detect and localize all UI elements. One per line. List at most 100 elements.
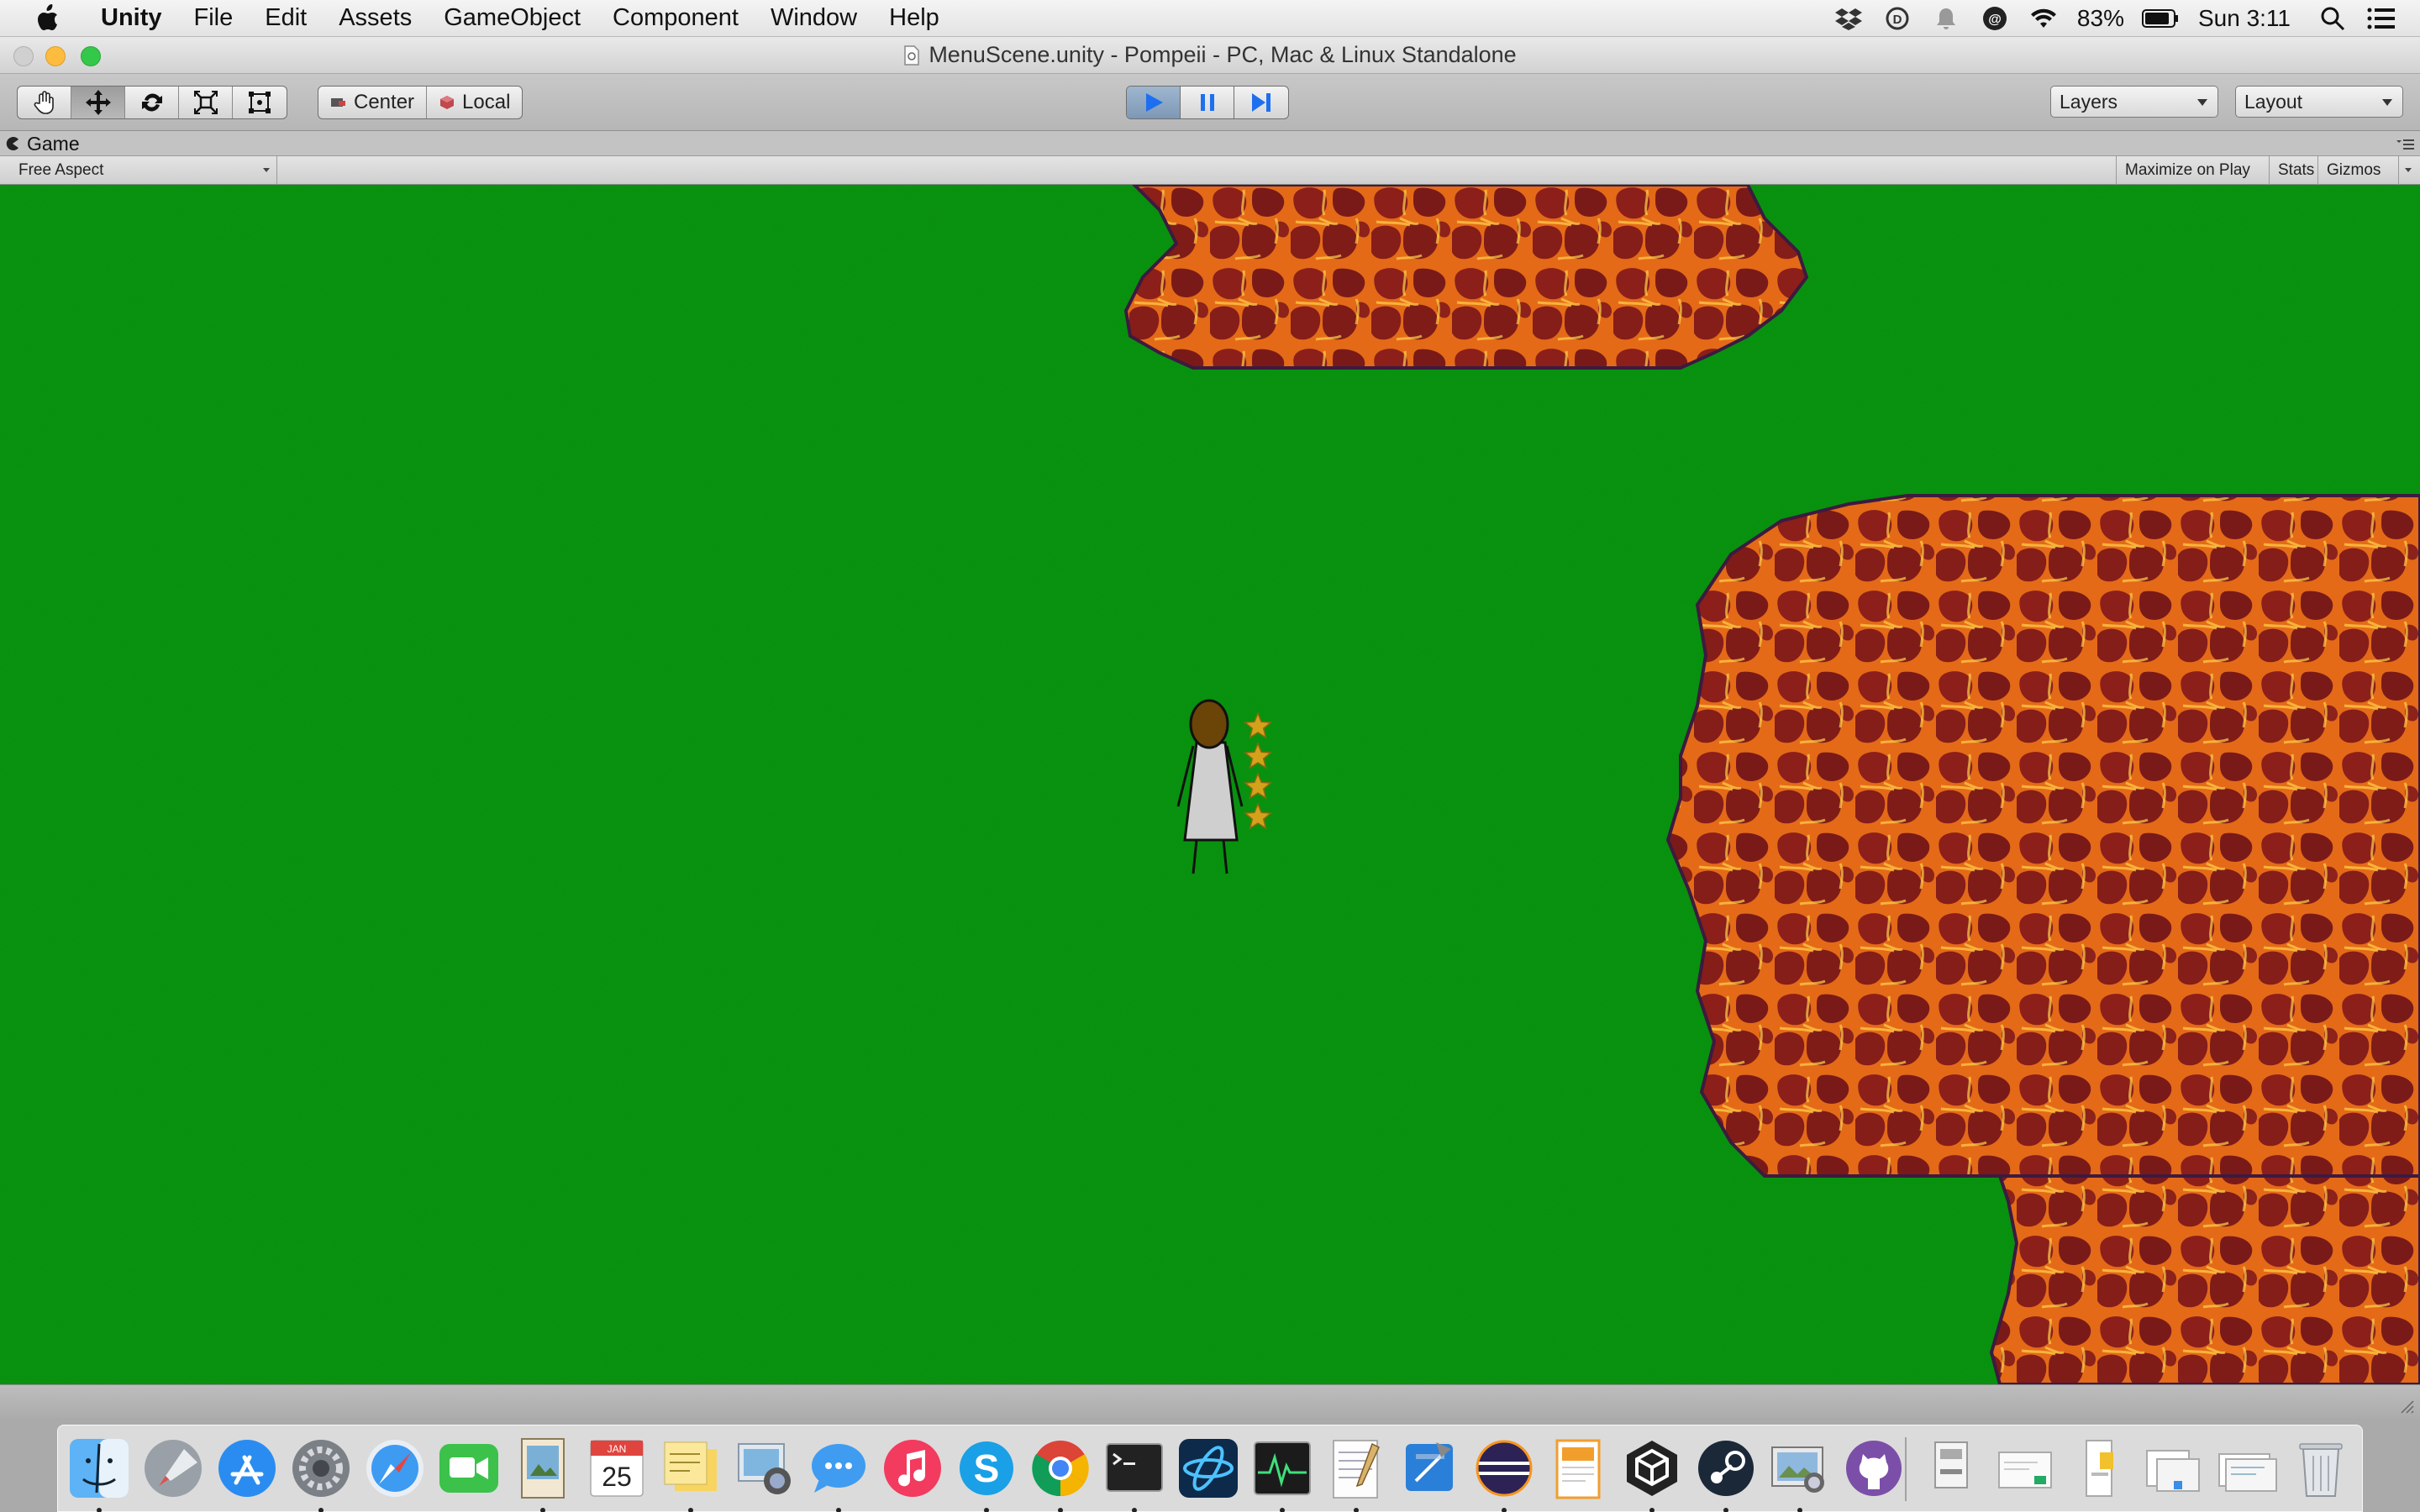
gizmos-toggle[interactable]: Gizmos [2317,156,2409,185]
dashlane-icon[interactable]: D [1882,3,1912,34]
pivot-center-toggle[interactable]: Center [318,87,428,118]
skype-icon[interactable]: S [954,1436,1019,1501]
stats-toggle[interactable]: Stats [2269,156,2323,185]
pivot-toggles: Center Local [318,86,523,119]
unity-status-bar [0,1384,2420,1418]
minimize-window-button[interactable] [45,46,66,66]
notification-bell-icon[interactable] [1931,3,1961,34]
pause-button[interactable] [1181,87,1234,118]
clock[interactable]: Sun 3:11 [2198,5,2291,32]
status-area: D @ 83% Sun 3:11 [1833,0,2420,37]
itunes-icon[interactable] [880,1436,945,1501]
running-indicator [1502,1508,1507,1512]
gizmos-dropdown-arrow[interactable] [2398,156,2417,185]
menu-gameobject[interactable]: GameObject [444,4,581,32]
battery-icon[interactable] [2141,3,2180,34]
play-button[interactable] [1127,87,1181,118]
screenshot-stack-icon[interactable] [2214,1436,2280,1501]
github-icon[interactable] [1841,1436,1907,1501]
activity-monitor-icon[interactable] [1249,1436,1315,1501]
xcode-icon[interactable] [1397,1436,1463,1501]
menu-help[interactable]: Help [889,4,939,32]
transform-tools [17,86,287,119]
preview-icon[interactable] [510,1436,576,1501]
resize-grip-icon[interactable] [2398,1398,2415,1415]
scale-icon [193,91,218,114]
system-preferences-icon[interactable] [288,1436,354,1501]
photo-viewer-icon[interactable] [1767,1436,1833,1501]
pivot-local-toggle[interactable]: Local [427,87,522,118]
calendar-icon[interactable]: JAN 25 [584,1436,650,1501]
move-tool-button[interactable] [71,87,125,118]
image-capture-icon[interactable] [732,1436,797,1501]
trash-icon[interactable] [2288,1436,2354,1501]
notification-center-icon[interactable] [2366,3,2396,34]
rect-transform-icon [249,92,271,113]
menu-window[interactable]: Window [771,4,857,32]
terminal-icon[interactable] [1102,1436,1167,1501]
svg-text:D: D [1893,13,1902,27]
document-stack-icon[interactable] [1918,1436,1984,1501]
menu-file[interactable]: File [194,4,234,32]
window-title: MenuScene.unity - Pompeii - PC, Mac & Li… [929,42,1517,67]
rect-tool-button[interactable] [233,87,287,118]
rotate-tool-button[interactable] [125,87,179,118]
dropbox-icon[interactable] [1833,3,1864,34]
panel-menu-icon[interactable] [2395,138,2415,151]
launchpad-icon[interactable] [140,1436,206,1501]
aspect-dropdown[interactable]: Free Aspect [8,156,277,185]
calendar-day: 25 [602,1462,632,1492]
layers-dropdown[interactable]: Layers [2050,86,2218,118]
unity-toolbar: Center Local Layers Layout [0,74,2420,131]
scale-tool-button[interactable] [179,87,233,118]
game-viewport[interactable] [0,185,2420,1384]
unity-icon[interactable] [1619,1436,1685,1501]
chrome-icon[interactable] [1028,1436,1093,1501]
close-window-button[interactable] [13,46,34,66]
running-indicator [1354,1508,1359,1512]
pages-icon[interactable] [1545,1436,1611,1501]
running-indicator [540,1508,545,1512]
move-arrows-icon [85,90,111,115]
pivot-local-label: Local [462,91,511,113]
textedit-icon[interactable] [1323,1436,1389,1501]
running-indicator [1132,1508,1137,1512]
step-button[interactable] [1234,87,1288,118]
folder-stack-icon[interactable] [2066,1436,2132,1501]
maximize-on-play-toggle[interactable]: Maximize on Play [2116,156,2259,185]
chevron-down-icon [2197,99,2207,106]
pivot-center-label: Center [354,91,415,113]
facetime-icon[interactable] [436,1436,502,1501]
menu-component[interactable]: Component [613,4,739,32]
aspect-label: Free Aspect [18,161,104,179]
window-title-bar[interactable]: MenuScene.unity - Pompeii - PC, Mac & Li… [0,37,2420,74]
tab-game-label: Game [27,132,80,155]
play-icon [1145,93,1163,112]
layout-dropdown[interactable]: Layout [2235,86,2403,118]
safari-icon[interactable] [362,1436,428,1501]
messages-icon[interactable] [806,1436,871,1501]
menu-edit[interactable]: Edit [265,4,307,32]
stickies-icon[interactable] [658,1436,723,1501]
apple-menu-icon[interactable] [32,2,66,35]
screenshot-file-icon[interactable] [1992,1436,2058,1501]
zoom-window-button[interactable] [81,46,101,66]
spotlight-search-icon[interactable] [2317,3,2348,34]
steam-icon[interactable] [1693,1436,1759,1501]
hand-tool-button[interactable] [18,87,71,118]
dock-separator [1905,1437,1907,1501]
eclipse-icon[interactable] [1471,1436,1537,1501]
menu-unity[interactable]: Unity [101,4,162,32]
finder-icon[interactable] [66,1436,132,1501]
calendar-month: JAN [608,1443,627,1455]
wifi-icon[interactable] [2028,3,2059,34]
battle-net-icon[interactable] [1176,1436,1241,1501]
tab-game[interactable]: Game [5,131,80,156]
game-view-controls: Free Aspect Maximize on Play Stats Gizmo… [0,156,2420,185]
vpn-icon[interactable]: @ [1980,3,2010,34]
menu-assets[interactable]: Assets [339,4,412,32]
rotate-icon [141,93,162,112]
downloads-stack-icon[interactable] [2140,1436,2206,1501]
app-store-icon[interactable] [214,1436,280,1501]
running-indicator [688,1508,693,1512]
